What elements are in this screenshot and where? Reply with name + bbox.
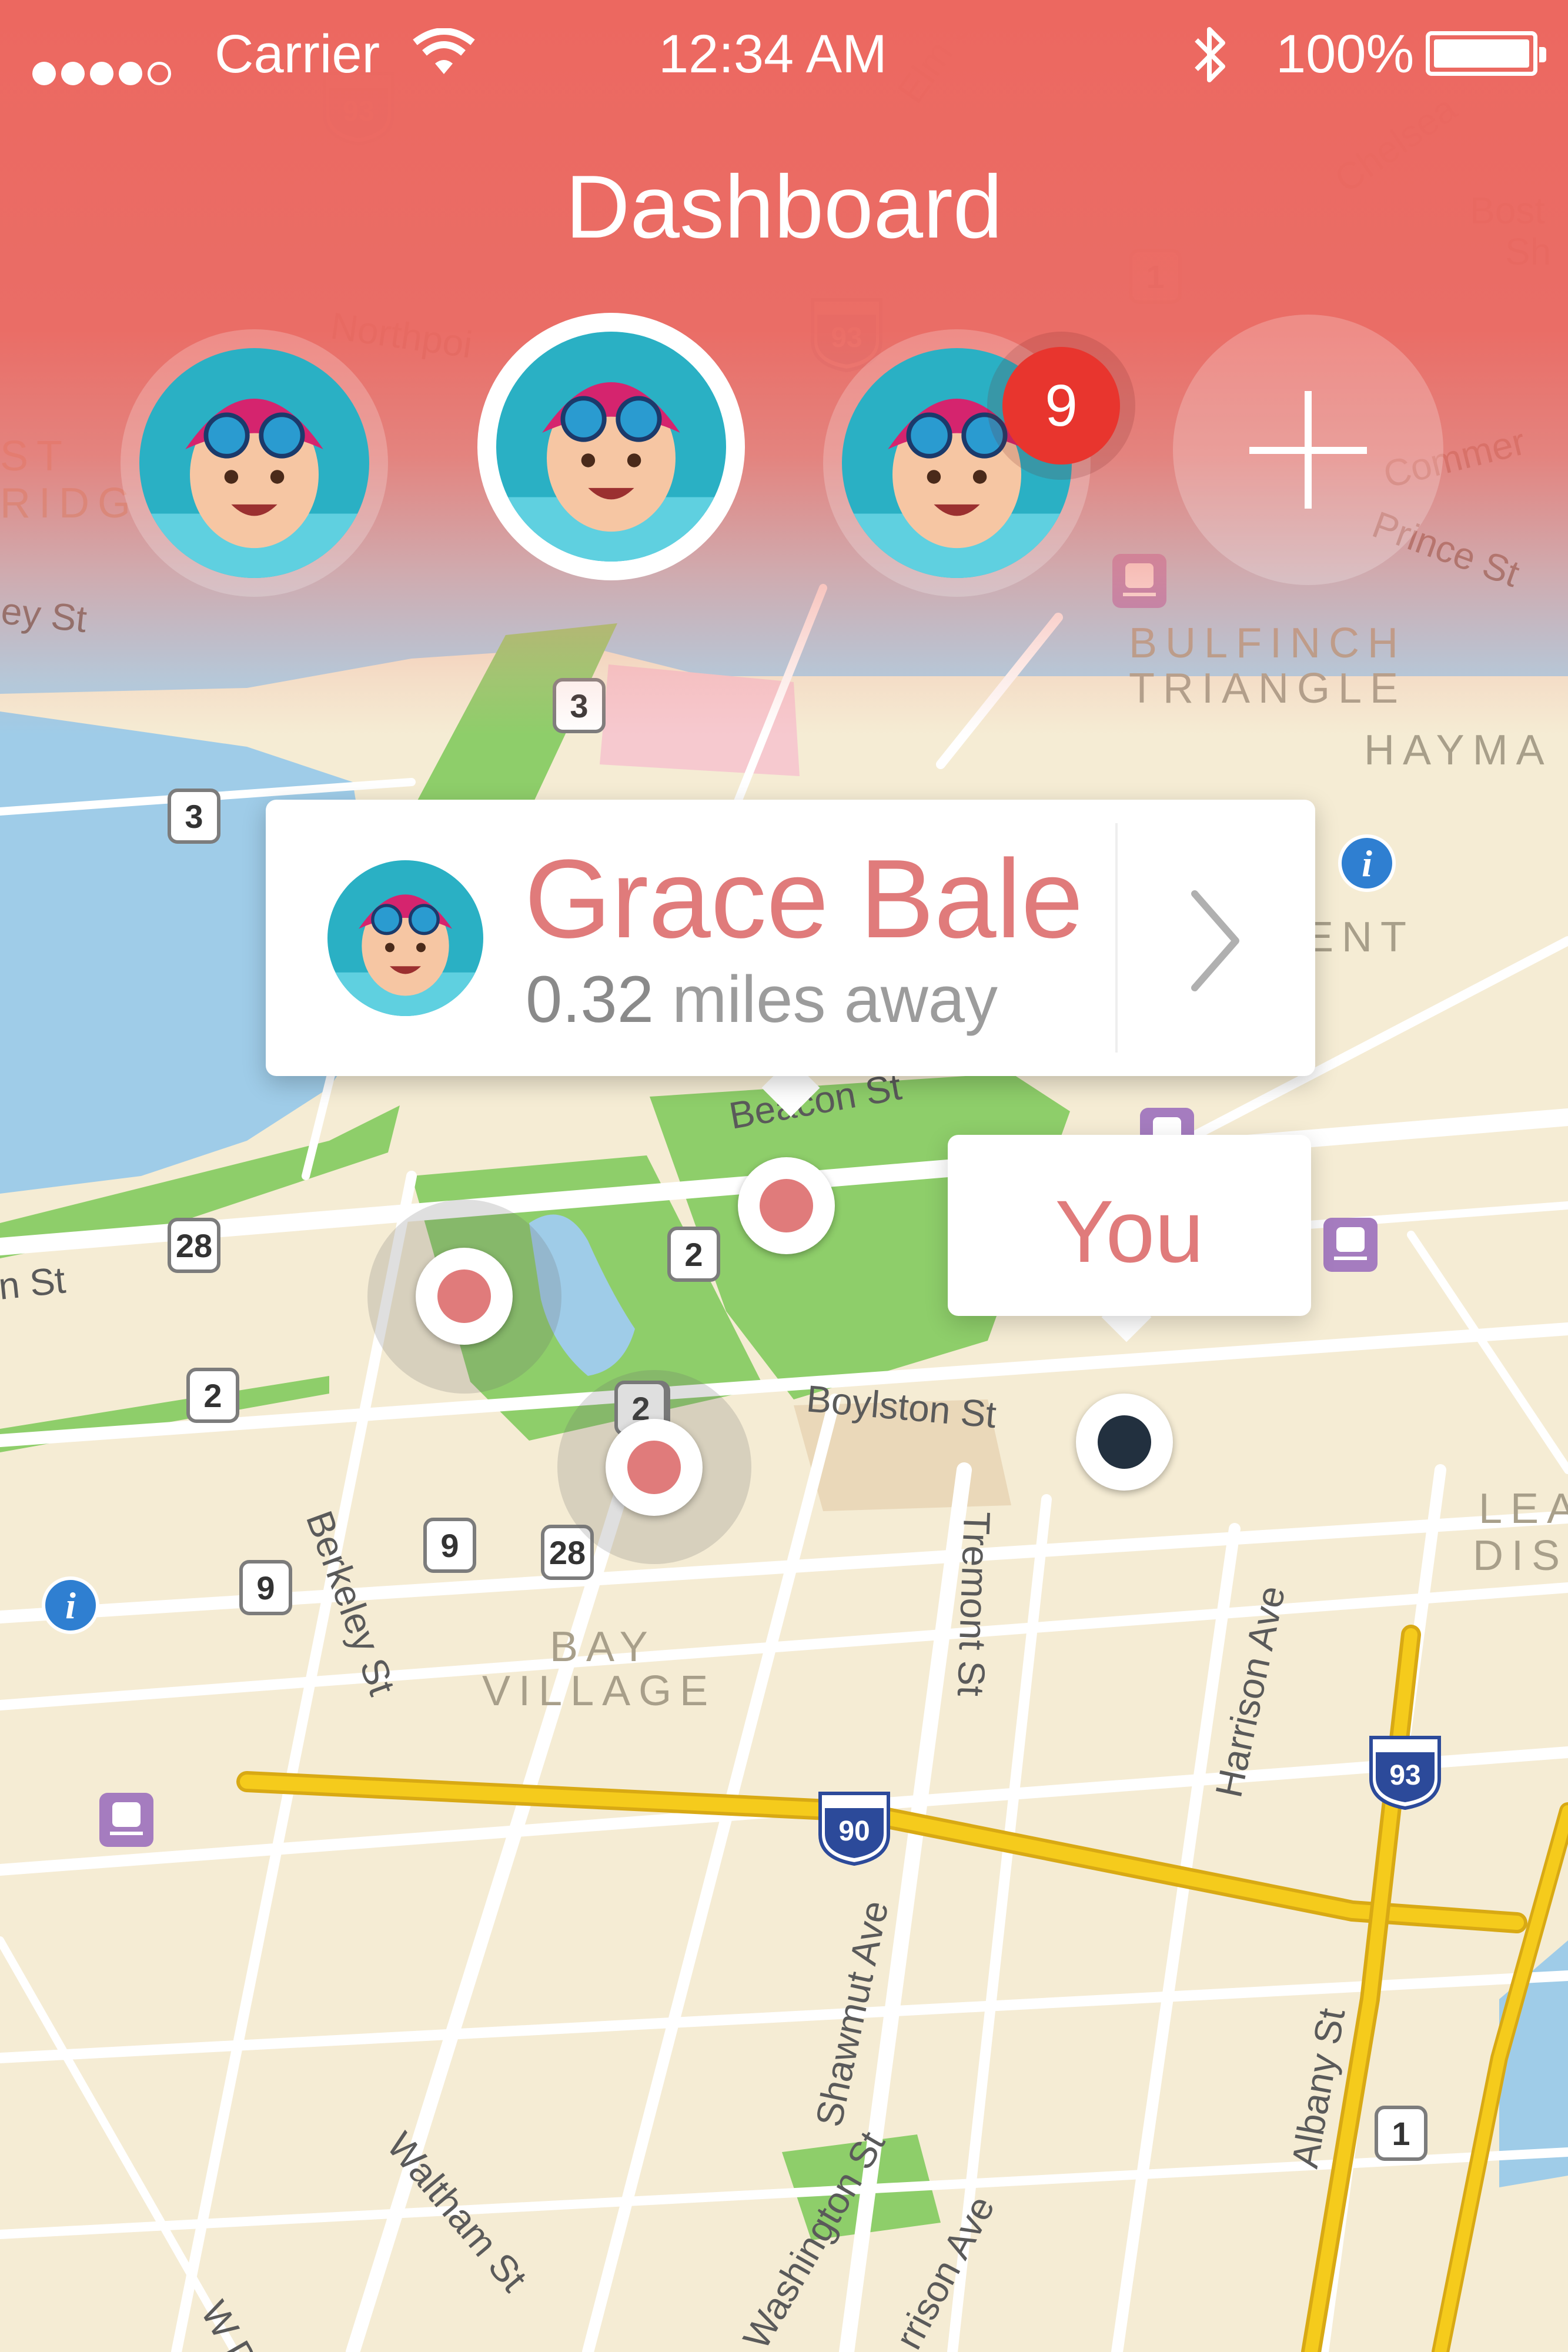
child-avatar xyxy=(327,860,483,1016)
you-callout: You xyxy=(948,1135,1311,1316)
svg-text:2: 2 xyxy=(684,1236,703,1273)
bluetooth-icon xyxy=(1195,27,1225,82)
user-location-pin[interactable] xyxy=(1076,1394,1173,1491)
you-label: You xyxy=(1055,1182,1204,1281)
svg-text:9: 9 xyxy=(256,1569,275,1606)
svg-text:28: 28 xyxy=(549,1534,586,1571)
svg-text:90: 90 xyxy=(838,1816,870,1847)
clock-time: 12:34 AM xyxy=(658,24,887,84)
svg-text:9: 9 xyxy=(440,1527,459,1564)
child-avatar xyxy=(496,332,726,562)
signal-dots-icon xyxy=(32,36,176,98)
child-avatar xyxy=(139,348,369,578)
member-callout[interactable]: Grace Bale 0.32 miles away xyxy=(266,800,1315,1076)
info-icon[interactable]: i xyxy=(1338,834,1396,892)
member-distance: 0.32 miles away xyxy=(526,961,998,1037)
battery-icon xyxy=(1426,31,1546,76)
svg-text:LEA: LEA xyxy=(1479,1485,1568,1532)
svg-text:ENT: ENT xyxy=(1305,914,1415,961)
add-member-button[interactable] xyxy=(1173,315,1443,585)
svg-text:DIS: DIS xyxy=(1473,1532,1568,1579)
svg-text:3: 3 xyxy=(185,798,203,835)
member-location-pin[interactable] xyxy=(738,1157,835,1254)
status-bar: Carrier 12:34 AM 100% xyxy=(0,0,1568,106)
transit-station-icon[interactable] xyxy=(1323,1218,1378,1272)
carrier-label: Carrier xyxy=(215,24,380,84)
notification-badge: 9 xyxy=(1002,347,1120,465)
member-name: Grace Bale xyxy=(524,837,1084,961)
callout-divider xyxy=(1115,823,1118,1053)
svg-text:28: 28 xyxy=(176,1227,212,1264)
svg-text:1: 1 xyxy=(1392,2115,1410,2152)
svg-text:i: i xyxy=(65,1585,76,1626)
family-member-avatar[interactable] xyxy=(121,329,388,597)
svg-text:VILLAGE: VILLAGE xyxy=(482,1668,716,1715)
app-screen: { "status_bar": { "carrier": "Carrier", … xyxy=(0,0,1568,2352)
svg-text:BAY: BAY xyxy=(550,1623,656,1671)
svg-text:2: 2 xyxy=(203,1377,222,1414)
svg-text:i: i xyxy=(1362,843,1372,884)
battery-percent: 100% xyxy=(1276,24,1415,84)
member-location-pin[interactable] xyxy=(416,1248,513,1345)
member-location-pin[interactable] xyxy=(606,1419,703,1516)
transit-station-icon[interactable] xyxy=(99,1793,153,1847)
wifi-icon xyxy=(413,28,475,74)
chevron-right-icon[interactable] xyxy=(1183,888,1248,994)
svg-text:n St: n St xyxy=(0,1258,68,1308)
distance-unit: miles away xyxy=(672,963,998,1036)
page-title: Dashboard xyxy=(565,157,1003,257)
info-icon[interactable]: i xyxy=(42,1576,99,1634)
svg-text:Tremont St: Tremont St xyxy=(950,1511,998,1698)
distance-value: 0.32 xyxy=(526,963,654,1036)
family-member-avatar-selected[interactable] xyxy=(477,313,745,580)
svg-text:93: 93 xyxy=(1389,1760,1420,1791)
